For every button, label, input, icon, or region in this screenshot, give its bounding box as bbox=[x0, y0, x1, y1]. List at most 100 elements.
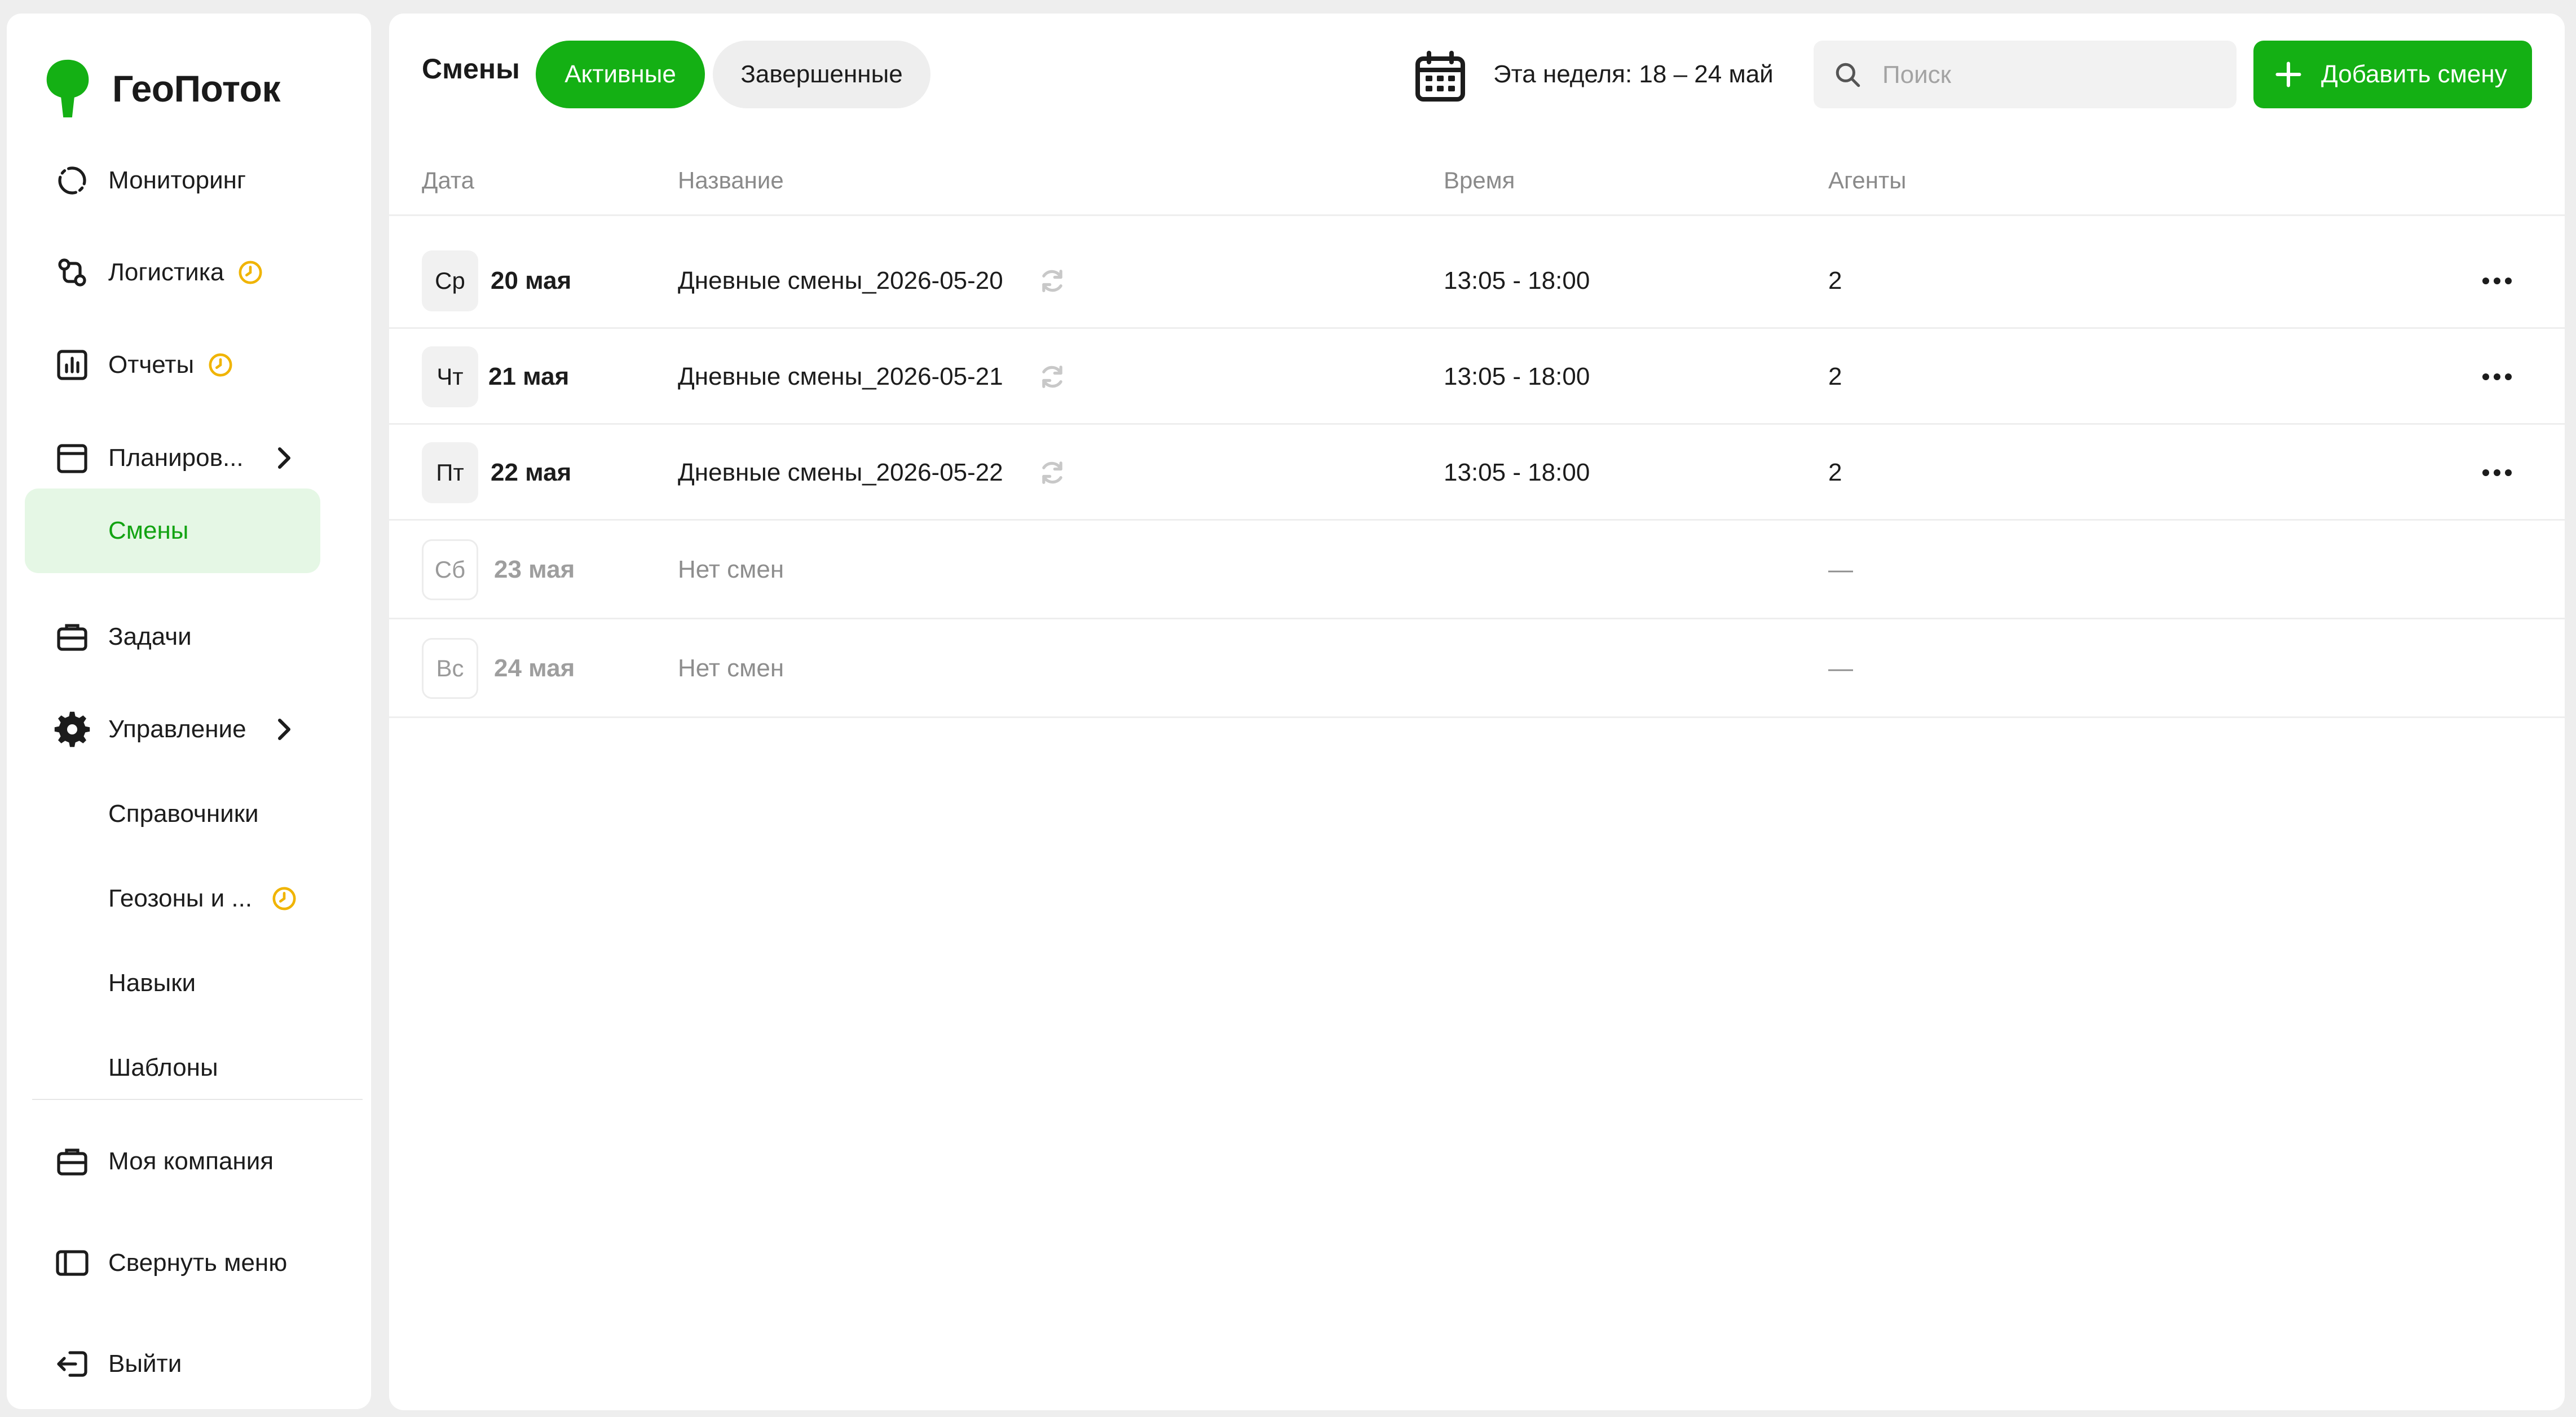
column-header-time: Время bbox=[1444, 167, 1515, 193]
sidebar-item-tasks[interactable]: Задачи bbox=[25, 603, 329, 671]
sidebar-item-geozones[interactable]: Геозоны и ... bbox=[25, 865, 329, 932]
row-no-shifts: Нет смен bbox=[678, 556, 784, 583]
sidebar-item-label: Справочники bbox=[108, 800, 259, 828]
sidebar-item-text: Отчеты bbox=[108, 351, 195, 379]
pending-clock-icon bbox=[272, 887, 296, 910]
sidebar-item-label: Логистика bbox=[108, 258, 263, 287]
row-no-shifts: Нет смен bbox=[678, 654, 784, 682]
sidebar-item-label: Управление bbox=[108, 715, 246, 743]
sidebar-item-label: Свернуть меню bbox=[108, 1249, 288, 1277]
repeat-icon bbox=[1042, 270, 1062, 292]
monitoring-icon bbox=[58, 166, 86, 195]
search-input[interactable] bbox=[1881, 41, 2222, 109]
briefcase-icon bbox=[57, 1148, 87, 1176]
row-divider bbox=[389, 327, 2565, 329]
more-options-icon[interactable] bbox=[2480, 275, 2514, 287]
sidebar-item-label: Отчеты bbox=[108, 351, 233, 379]
pending-clock-icon bbox=[239, 261, 262, 284]
sidebar-item-skills[interactable]: Навыки bbox=[25, 949, 329, 1017]
sidebar-item-directories[interactable]: Справочники bbox=[25, 780, 329, 848]
sidebar-item-label: Выйти bbox=[108, 1350, 182, 1378]
row-shift-name[interactable]: Дневные смены_2026-05-22 bbox=[678, 459, 1003, 487]
chevron-right-icon bbox=[278, 447, 290, 469]
week-range-label[interactable]: Эта неделя: 18 – 24 май bbox=[1493, 60, 1774, 89]
sidebar-item-collapse-menu[interactable]: Свернуть меню bbox=[25, 1229, 329, 1297]
sidebar: ГеоПоток Мониторинг Логистика Отчеты Пла… bbox=[7, 14, 371, 1409]
sidebar-item-label: Геозоны и ... bbox=[108, 884, 297, 913]
sidebar-item-label: Моя компания bbox=[108, 1147, 274, 1175]
collapse-menu-icon bbox=[56, 1250, 89, 1276]
sidebar-item-label: Задачи bbox=[108, 623, 192, 650]
sidebar-item-reports[interactable]: Отчеты bbox=[25, 331, 329, 399]
sidebar-item-label: Шаблоны bbox=[108, 1054, 218, 1081]
header-divider bbox=[389, 214, 2565, 216]
sidebar-divider bbox=[32, 1099, 363, 1100]
weekday-chip: Вс bbox=[422, 638, 478, 699]
sidebar-item-planning[interactable]: Планиров... bbox=[25, 424, 329, 492]
row-date: 23 мая bbox=[494, 556, 575, 583]
column-header-name: Название bbox=[678, 167, 784, 193]
row-agents: 2 bbox=[1828, 459, 1842, 486]
geopotok-logo-icon bbox=[46, 59, 89, 118]
weekday-chip: Пт bbox=[422, 442, 478, 503]
weekday-chip: Сб bbox=[422, 539, 478, 600]
gear-icon bbox=[54, 711, 90, 747]
sidebar-item-my-company[interactable]: Моя компания bbox=[25, 1128, 329, 1195]
weekday-chip: Ср bbox=[422, 250, 478, 311]
add-shift-button[interactable]: Добавить смену bbox=[2253, 41, 2532, 108]
sidebar-item-label: Мониторинг bbox=[108, 166, 246, 194]
row-agents: 2 bbox=[1828, 267, 1842, 294]
chevron-right-icon bbox=[278, 719, 290, 740]
search-box bbox=[1814, 41, 2237, 109]
column-header-date: Дата bbox=[422, 167, 475, 193]
repeat-icon bbox=[1042, 366, 1062, 388]
sidebar-item-monitoring[interactable]: Мониторинг bbox=[25, 147, 329, 214]
tab-active[interactable]: Активные bbox=[536, 41, 705, 108]
sidebar-item-templates[interactable]: Шаблоны bbox=[25, 1034, 329, 1102]
column-header-agents: Агенты bbox=[1828, 167, 1907, 193]
sidebar-item-label: Навыки bbox=[108, 969, 196, 997]
calendar-icon bbox=[57, 444, 87, 473]
main-panel: Смены Активные Завершенные Эта неделя: 1… bbox=[389, 14, 2565, 1410]
sidebar-item-label: Планиров... bbox=[108, 444, 244, 472]
sidebar-item-label: Смены bbox=[108, 517, 189, 544]
sidebar-item-management[interactable]: Управление bbox=[25, 696, 329, 763]
tab-completed[interactable]: Завершенные bbox=[713, 41, 930, 108]
weekday-chip: Чт bbox=[422, 346, 478, 407]
row-time: 13:05 - 18:00 bbox=[1444, 267, 1590, 294]
row-date: 22 мая bbox=[491, 459, 572, 486]
row-divider bbox=[389, 519, 2565, 521]
repeat-icon bbox=[1042, 461, 1062, 484]
logo[interactable]: ГеоПоток bbox=[43, 46, 281, 131]
row-divider bbox=[389, 423, 2565, 425]
row-shift-name[interactable]: Дневные смены_2026-05-21 bbox=[678, 363, 1003, 391]
row-divider bbox=[389, 716, 2565, 718]
sidebar-item-shifts[interactable]: Смены bbox=[25, 489, 320, 573]
row-agents: — bbox=[1828, 556, 1853, 583]
row-agents: 2 bbox=[1828, 363, 1842, 390]
sidebar-item-logout[interactable]: Выйти bbox=[25, 1330, 329, 1398]
more-options-icon[interactable] bbox=[2480, 467, 2514, 478]
row-time: 13:05 - 18:00 bbox=[1444, 459, 1590, 486]
add-shift-button-label: Добавить смену bbox=[2321, 60, 2507, 88]
calendar-icon[interactable] bbox=[1413, 50, 1467, 104]
more-options-icon[interactable] bbox=[2480, 371, 2514, 382]
pending-clock-icon bbox=[209, 353, 232, 377]
sidebar-item-text: Логистика bbox=[108, 258, 224, 286]
row-time: 13:05 - 18:00 bbox=[1444, 363, 1590, 390]
row-shift-name[interactable]: Дневные смены_2026-05-20 bbox=[678, 267, 1003, 295]
app-window: ГеоПоток Мониторинг Логистика Отчеты Пла… bbox=[0, 0, 2576, 1417]
page-title: Смены bbox=[422, 53, 520, 85]
row-date: 21 мая bbox=[488, 363, 570, 390]
app-name: ГеоПоток bbox=[112, 68, 281, 109]
plus-icon bbox=[2275, 61, 2301, 87]
briefcase-icon bbox=[57, 624, 87, 651]
search-icon bbox=[1836, 63, 1860, 87]
reports-icon bbox=[57, 350, 87, 380]
row-divider bbox=[389, 618, 2565, 619]
sidebar-item-text: Геозоны и ... bbox=[108, 884, 253, 912]
logistics-icon bbox=[58, 258, 86, 287]
row-agents: — bbox=[1828, 654, 1853, 682]
row-date: 20 мая bbox=[491, 267, 572, 294]
sidebar-item-logistics[interactable]: Логистика bbox=[25, 239, 329, 306]
